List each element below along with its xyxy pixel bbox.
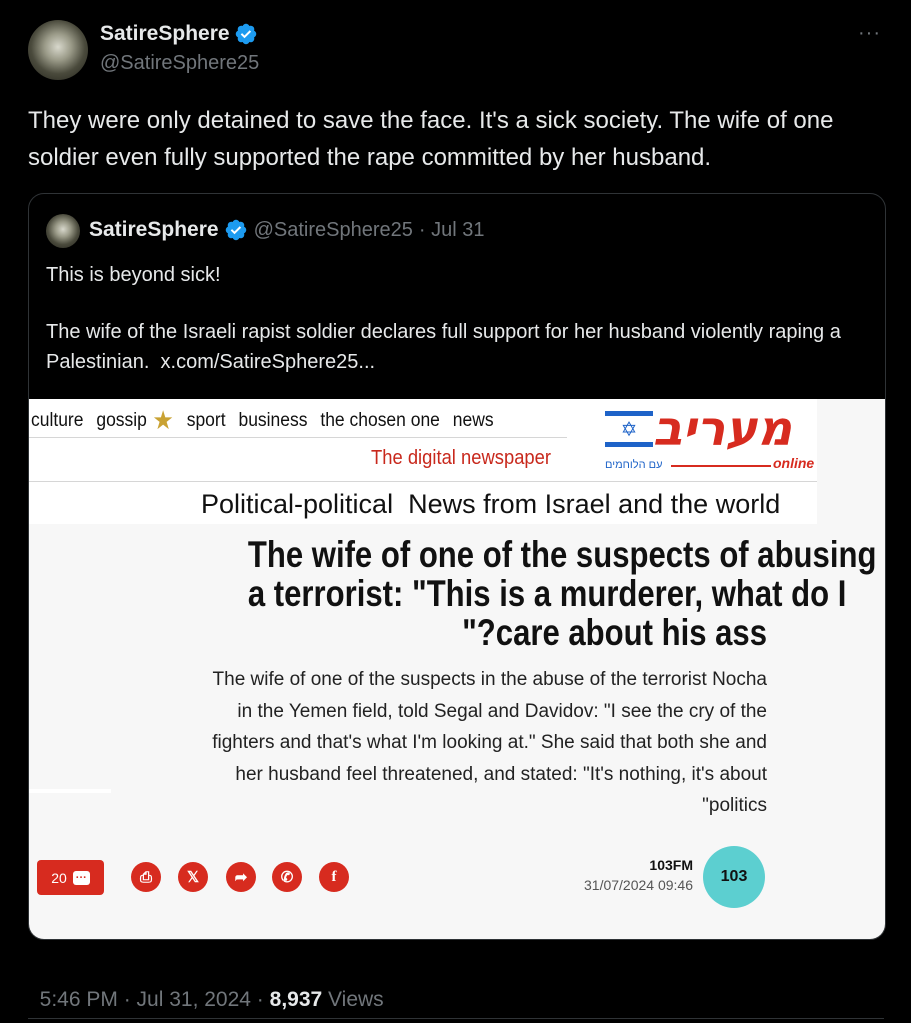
author-avatar[interactable]: [28, 20, 88, 80]
quoted-text-line-1: This is beyond sick!: [46, 264, 221, 286]
header-divider: [29, 481, 817, 482]
headline-line: The wife of one of the suspects of abusi…: [247, 534, 877, 575]
body-line: The wife of one of the suspects in the a…: [212, 669, 767, 690]
verified-badge-icon: [225, 219, 246, 241]
more-options-icon[interactable]: ···: [858, 22, 881, 45]
tweet-meta: 5:46 PM · Jul 31, 2024 · 8,937 Views: [28, 964, 384, 1012]
verified-badge-icon: [235, 23, 256, 45]
quoted-author-row: SatireSphere @SatireSphere25 · Jul 31: [89, 216, 484, 244]
article-screenshot[interactable]: culture gossip ★ sport business the chos…: [29, 399, 885, 939]
body-line: "politics: [702, 795, 767, 816]
comments-button[interactable]: 20 ···: [37, 860, 104, 895]
quoted-text-body: The wife of the Israeli rapist soldier d…: [46, 317, 846, 377]
nav-item: culture: [31, 409, 84, 431]
logo-online: online: [773, 455, 815, 471]
print-icon[interactable]: ⎙: [131, 862, 161, 892]
comment-icon: ···: [72, 870, 90, 885]
maariv-logo: מעריב: [653, 401, 793, 457]
logo-rule: [671, 465, 771, 467]
quoted-tweet-card[interactable]: SatireSphere @SatireSphere25 · Jul 31 Th…: [28, 193, 886, 940]
bottom-divider: [28, 1018, 884, 1019]
article-source-date: 31/07/2024 09:46: [584, 877, 693, 893]
quoted-author-handle: @SatireSphere25: [253, 218, 413, 241]
source-logo-103fm: 103: [703, 846, 765, 908]
logo-subtitle: עם הלוחמים: [605, 459, 663, 471]
facebook-icon[interactable]: f: [319, 862, 349, 892]
body-divider: [29, 789, 111, 793]
comments-count: 20: [51, 869, 67, 886]
headline-line: "?care about his ass: [462, 612, 767, 653]
author-name-row: SatireSphere: [100, 20, 258, 48]
body-line: her husband feel threatened, and stated:…: [235, 763, 767, 785]
share-icon[interactable]: ➦: [226, 862, 256, 892]
headline-line: a terrorist: "This is a murderer, what d…: [247, 573, 847, 614]
views-count: 8,937: [269, 988, 323, 1011]
tweet-timestamp[interactable]: 5:46 PM · Jul 31, 2024 ·: [40, 988, 270, 1011]
article-source: 103FM: [649, 857, 693, 873]
source-logo-text: 103: [720, 868, 748, 885]
author-name[interactable]: SatireSphere: [100, 22, 230, 46]
article-headline: The wife of one of the suspects of abusi…: [149, 534, 877, 653]
nav-item: gossip: [96, 409, 147, 431]
star-logo-icon: ★: [152, 405, 174, 435]
whatsapp-icon[interactable]: ✆: [272, 862, 302, 892]
article-tagline: The digital newspaper: [371, 447, 552, 469]
body-line: in the Yemen field, told Segal and David…: [237, 700, 767, 722]
nav-item: sport: [186, 409, 226, 431]
article-nav: culture gossip ★ sport business the chos…: [31, 405, 494, 436]
quoted-author-avatar: [46, 214, 80, 248]
nav-item: news: [452, 409, 494, 431]
x-icon[interactable]: 𝕏: [178, 862, 208, 892]
article-body: The wife of one of the suspects in the a…: [149, 664, 767, 822]
nav-divider: [29, 437, 567, 438]
views-label: Views: [322, 988, 384, 1011]
quoted-author-name: SatireSphere: [89, 218, 219, 241]
nav-item: the chosen one: [320, 409, 440, 431]
article-section-title: Political-political News from Israel and…: [201, 489, 781, 519]
body-line: fighters and that's what I'm looking at.…: [212, 732, 767, 753]
quoted-link[interactable]: x.com/SatireSphere25...: [161, 351, 376, 373]
israel-flag-icon: ✡: [605, 411, 653, 447]
tweet-text: They were only detained to save the face…: [28, 107, 834, 171]
nav-item: business: [238, 409, 308, 431]
quoted-date: · Jul 31: [418, 218, 485, 241]
author-handle[interactable]: @SatireSphere25: [100, 52, 259, 75]
